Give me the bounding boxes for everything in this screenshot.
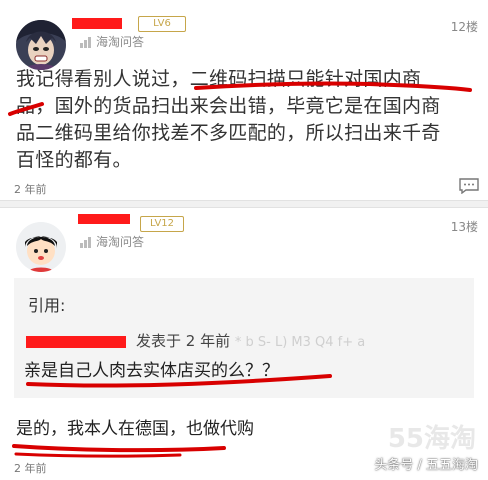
watermark-author: 头条号 / 五五海淘 bbox=[374, 458, 478, 473]
signal-bars-icon bbox=[80, 37, 91, 48]
user-avatar-icon[interactable] bbox=[16, 222, 66, 272]
quoted-user-redacted[interactable] bbox=[26, 336, 126, 348]
reply-text: 是的，我本人在德国，也做代购 bbox=[16, 419, 254, 439]
user-avatar-icon[interactable] bbox=[16, 20, 66, 70]
source-label[interactable]: 海淘问答 bbox=[96, 233, 144, 250]
quote-text: 亲是自己人肉去实体店买的么？？ bbox=[24, 361, 279, 381]
quote-label: 引用: bbox=[28, 296, 66, 315]
quote-noise: * b S- L) M3 Q4 f+ a bbox=[234, 335, 366, 350]
body-line: 我记得看别人说过，二维码扫描只能针对国内商 bbox=[16, 68, 422, 90]
body-line: 品，国外的货品扫出来会出错，毕竟它是在国内商 bbox=[16, 95, 441, 117]
quote-meta: 发表于 2 年前 * b S- L) M3 Q4 f+ a bbox=[136, 330, 365, 351]
post-body: 我记得看别人说过，二维码扫描只能针对国内商 品，国外的货品扫出来会出错，毕竟它是… bbox=[16, 66, 441, 174]
post-time: 2 年前 bbox=[14, 183, 47, 196]
quote-date: 发表于 2 年前 bbox=[136, 332, 231, 350]
body-line: 品二维码里给你找差不多匹配的，所以扫出来千奇 bbox=[16, 122, 441, 144]
username-redacted[interactable] bbox=[72, 18, 122, 29]
post-separator bbox=[0, 200, 488, 208]
reply-post-13: LV12 海淘问答 13楼 引用: 发表于 2 年前 * b S- L) M3 … bbox=[0, 208, 488, 480]
source-label[interactable]: 海淘问答 bbox=[96, 33, 144, 50]
floor-number: 12楼 bbox=[450, 20, 478, 34]
watermark-logo: 55海淘 bbox=[387, 424, 476, 454]
reply-post-12: LV6 海淘问答 12楼 我记得看别人说过，二维码扫描只能针对国内商 品，国外的… bbox=[0, 0, 488, 200]
body-line: 百怪的都有。 bbox=[16, 149, 132, 171]
signal-bars-icon bbox=[80, 237, 91, 248]
quote-block: 引用: 发表于 2 年前 * b S- L) M3 Q4 f+ a 亲是自己人肉… bbox=[14, 278, 474, 398]
username-redacted[interactable] bbox=[78, 214, 130, 224]
post-time: 2 年前 bbox=[14, 462, 47, 475]
comment-icon[interactable] bbox=[459, 178, 479, 194]
level-badge: LV6 bbox=[138, 16, 186, 32]
level-badge: LV12 bbox=[140, 216, 184, 232]
floor-number: 13楼 bbox=[450, 220, 478, 234]
